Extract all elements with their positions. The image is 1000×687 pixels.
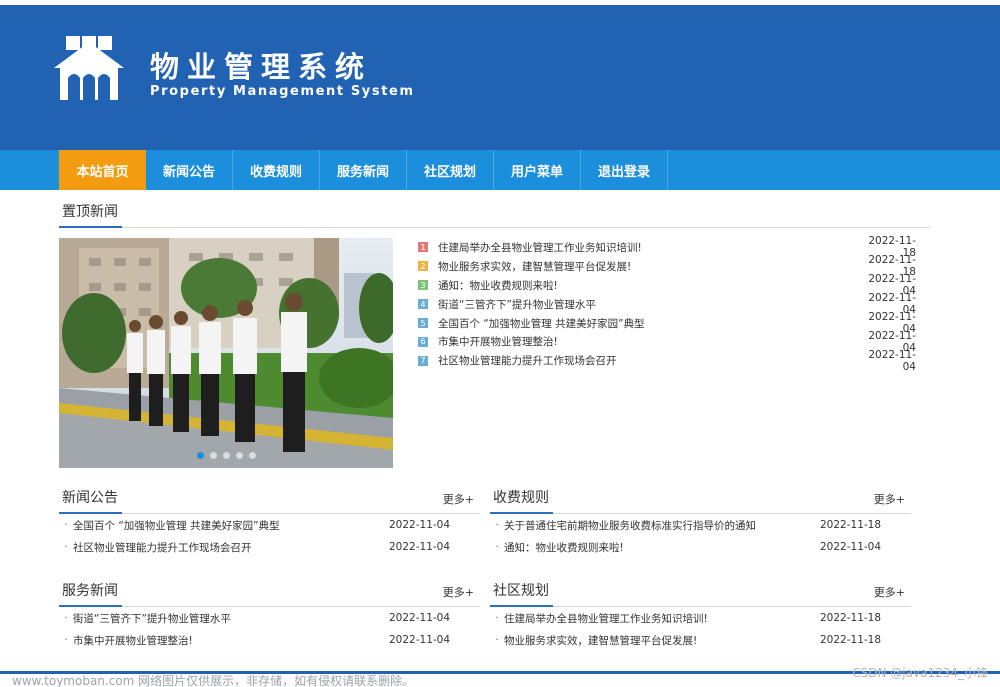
service-header: 服务新闻 更多+ xyxy=(59,577,480,607)
bullet-icon: · xyxy=(495,541,499,553)
rank-badge: 1 xyxy=(418,242,428,253)
rank-badge: 5 xyxy=(418,318,428,328)
list-item-title[interactable]: 关于普通住宅前期物业服务收费标准实行指导价的通知 xyxy=(504,518,820,533)
watermark-text: www.toymoban.com 网络图片仅供展示，非存储，如有侵权请联系删除。 xyxy=(12,674,415,687)
top-news-item[interactable]: 3 通知：物业收费规则来啦! 2022-11-04 xyxy=(418,273,916,297)
nav-item[interactable]: 用户菜单 xyxy=(494,150,581,190)
main-nav: 本站首页 新闻公告 收费规则 服务新闻 社区规划 用户菜单 退出登录 xyxy=(0,150,1000,190)
service-heading: 服务新闻 xyxy=(59,580,122,607)
carousel-image xyxy=(59,238,393,468)
top-news-list: 1 住建局举办全县物业管理工作业务知识培训! 2022-11-18 2 物业服务求实效，… xyxy=(418,235,916,373)
list-item-title[interactable]: 市集中开展物业管理整治! xyxy=(73,633,389,648)
news-carousel[interactable] xyxy=(59,238,393,468)
list-item-title[interactable]: 通知：物业收费规则来啦! xyxy=(504,540,820,555)
top-news-item[interactable]: 5 全国百个 “加强物业管理 共建美好家园”典型 2022-11-04 xyxy=(418,311,916,335)
bullet-icon: · xyxy=(495,519,499,531)
carousel-dot[interactable] xyxy=(248,452,256,459)
news-title[interactable]: 街道“三管齐下”提升物业管理水平 xyxy=(438,297,856,312)
bullet-icon: · xyxy=(64,519,68,531)
list-item[interactable]: · 住建局举办全县物业管理工作业务知识培训! 2022-11-18 xyxy=(490,607,890,629)
list-item[interactable]: · 物业服务求实效，建智慧管理平台促发展! 2022-11-18 xyxy=(490,629,890,651)
bullet-icon: · xyxy=(64,541,68,553)
list-item-title[interactable]: 住建局举办全县物业管理工作业务知识培训! xyxy=(504,611,820,626)
service-list: · 街道“三管齐下”提升物业管理水平 2022-11-04 · 市集中开展物业管理整治!… xyxy=(59,607,459,651)
nav-item[interactable]: 收费规则 xyxy=(233,150,320,190)
top-news-item[interactable]: 6 市集中开展物业管理整治! 2022-11-04 xyxy=(418,330,916,354)
site-subtitle: Property Management System xyxy=(150,84,415,99)
fees-list: · 关于普通住宅前期物业服务收费标准实行指导价的通知 2022-11-18 · 通知：物… xyxy=(490,514,890,558)
news-date: 2022-11-04 xyxy=(868,348,916,373)
list-item-title[interactable]: 社区物业管理能力提升工作现场会召开 xyxy=(73,540,389,555)
notice-more-link[interactable]: 更多+ xyxy=(443,491,474,507)
carousel-dot[interactable] xyxy=(235,452,243,459)
top-news-header: 置顶新闻 xyxy=(59,198,930,228)
fees-heading: 收费规则 xyxy=(490,487,553,514)
top-news-item[interactable]: 7 社区物业管理能力提升工作现场会召开 2022-11-04 xyxy=(418,348,916,373)
list-item-date: 2022-11-04 xyxy=(389,541,451,553)
news-title[interactable]: 市集中开展物业管理整治! xyxy=(438,334,856,349)
news-title[interactable]: 通知：物业收费规则来啦! xyxy=(438,278,856,293)
news-title[interactable]: 社区物业管理能力提升工作现场会召开 xyxy=(438,353,856,368)
house-logo-icon xyxy=(54,36,124,100)
fees-header: 收费规则 更多+ xyxy=(490,484,911,514)
rank-badge: 6 xyxy=(418,336,428,347)
site-header: 物业管理系统 Property Management System xyxy=(0,0,1000,152)
notice-heading: 新闻公告 xyxy=(59,487,122,514)
service-more-link[interactable]: 更多+ xyxy=(443,584,474,600)
news-title[interactable]: 全国百个 “加强物业管理 共建美好家园”典型 xyxy=(438,316,856,331)
carousel-dots xyxy=(59,452,393,459)
nav-item[interactable]: 新闻公告 xyxy=(146,150,233,190)
news-title[interactable]: 住建局举办全县物业管理工作业务知识培训! xyxy=(438,240,856,255)
list-item[interactable]: · 市集中开展物业管理整治! 2022-11-04 xyxy=(59,629,459,651)
nav-item[interactable]: 退出登录 xyxy=(581,150,668,190)
fees-more-link[interactable]: 更多+ xyxy=(874,491,905,507)
carousel-dot[interactable] xyxy=(209,452,217,459)
header-top-border xyxy=(0,0,1000,5)
list-item-date: 2022-11-18 xyxy=(820,519,882,531)
notice-list: · 全国百个 “加强物业管理 共建美好家园”典型 2022-11-04 · 社区物业管理… xyxy=(59,514,459,558)
list-item-date: 2022-11-18 xyxy=(820,612,882,624)
carousel-dot[interactable] xyxy=(196,452,204,459)
planning-heading: 社区规划 xyxy=(490,580,553,607)
nav-item[interactable]: 本站首页 xyxy=(59,150,146,190)
site-title: 物业管理系统 xyxy=(150,50,373,84)
planning-more-link[interactable]: 更多+ xyxy=(874,584,905,600)
list-item[interactable]: · 街道“三管齐下”提升物业管理水平 2022-11-04 xyxy=(59,607,459,629)
top-news-heading: 置顶新闻 xyxy=(59,201,122,228)
rank-badge: 2 xyxy=(418,261,428,272)
news-title[interactable]: 物业服务求实效，建智慧管理平台促发展! xyxy=(438,259,856,274)
list-item[interactable]: · 社区物业管理能力提升工作现场会召开 2022-11-04 xyxy=(59,536,459,558)
rank-badge: 4 xyxy=(418,299,428,310)
list-item-title[interactable]: 物业服务求实效，建智慧管理平台促发展! xyxy=(504,633,820,648)
bullet-icon: · xyxy=(495,634,499,646)
notice-header: 新闻公告 更多+ xyxy=(59,484,480,514)
nav-item[interactable]: 服务新闻 xyxy=(320,150,407,190)
nav-items: 本站首页 新闻公告 收费规则 服务新闻 社区规划 用户菜单 退出登录 xyxy=(59,150,668,190)
bullet-icon: · xyxy=(64,612,68,624)
nav-item[interactable]: 社区规划 xyxy=(407,150,494,190)
list-item-title[interactable]: 全国百个 “加强物业管理 共建美好家园”典型 xyxy=(73,518,389,533)
top-news-item[interactable]: 4 街道“三管齐下”提升物业管理水平 2022-11-04 xyxy=(418,292,916,316)
list-item[interactable]: · 全国百个 “加强物业管理 共建美好家园”典型 2022-11-04 xyxy=(59,514,459,536)
rank-badge: 7 xyxy=(418,355,428,366)
list-item-title[interactable]: 街道“三管齐下”提升物业管理水平 xyxy=(73,611,389,626)
list-item-date: 2022-11-04 xyxy=(389,519,451,531)
list-item-date: 2022-11-04 xyxy=(820,541,882,553)
csdn-watermark: CSDN @java1234_小锋 xyxy=(852,666,988,680)
list-item-date: 2022-11-04 xyxy=(389,634,451,646)
list-item[interactable]: · 通知：物业收费规则来啦! 2022-11-04 xyxy=(490,536,890,558)
top-news-item[interactable]: 1 住建局举办全县物业管理工作业务知识培训! 2022-11-18 xyxy=(418,235,916,259)
bullet-icon: · xyxy=(64,634,68,646)
top-news-item[interactable]: 2 物业服务求实效，建智慧管理平台促发展! 2022-11-18 xyxy=(418,254,916,278)
list-item-date: 2022-11-18 xyxy=(820,634,882,646)
planning-header: 社区规划 更多+ xyxy=(490,577,911,607)
list-item[interactable]: · 关于普通住宅前期物业服务收费标准实行指导价的通知 2022-11-18 xyxy=(490,514,890,536)
list-item-date: 2022-11-04 xyxy=(389,612,451,624)
rank-badge: 3 xyxy=(418,280,428,291)
bullet-icon: · xyxy=(495,612,499,624)
planning-list: · 住建局举办全县物业管理工作业务知识培训! 2022-11-18 · 物业服务求实效，… xyxy=(490,607,890,651)
carousel-dot[interactable] xyxy=(222,452,230,459)
